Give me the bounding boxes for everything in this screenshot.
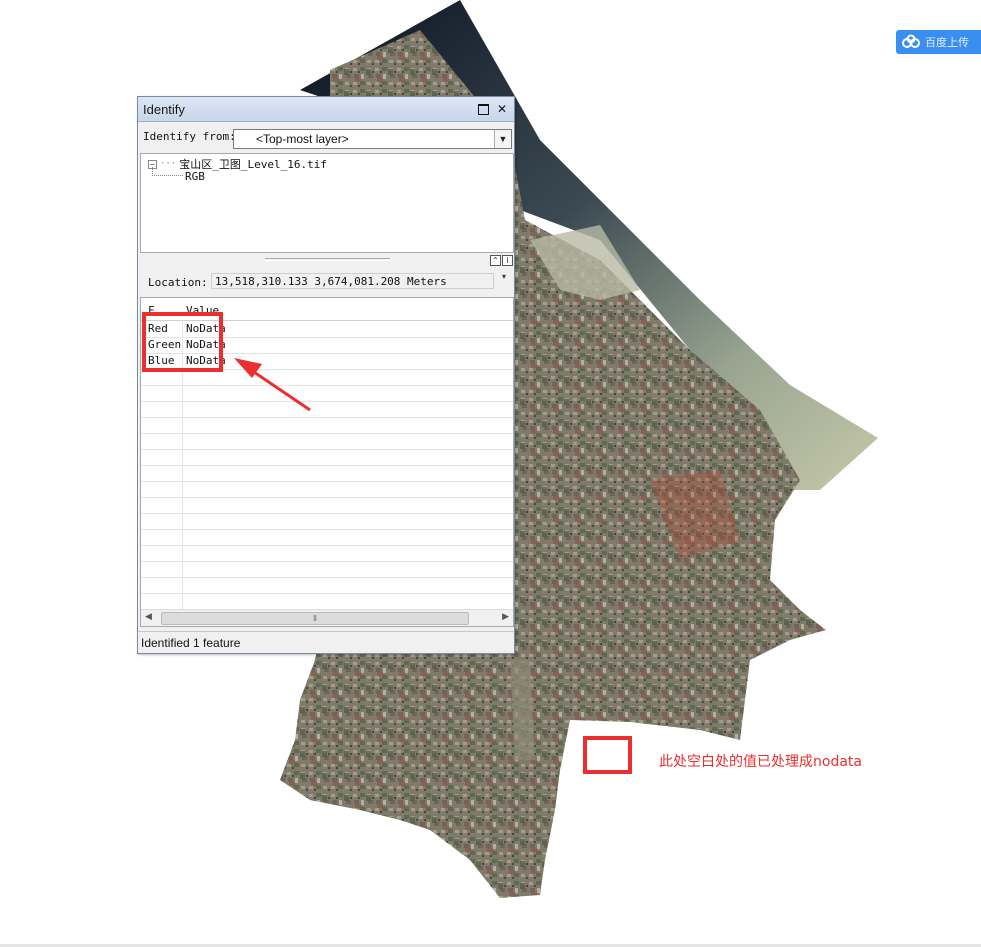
highlight-box-blank-area: [583, 736, 632, 774]
tree-node-rgb[interactable]: RGB: [185, 170, 205, 183]
pane-splitter[interactable]: ⌃ i: [140, 253, 513, 266]
empty-row: [141, 433, 513, 450]
empty-row: [141, 529, 513, 546]
info-icon[interactable]: i: [502, 255, 513, 266]
maximize-icon: [477, 103, 489, 115]
identify-from-select[interactable]: <Top-most layer> ▼: [233, 129, 512, 149]
layer-tree[interactable]: − ··· 宝山区_卫图_Level_16.tif RGB: [140, 153, 514, 253]
close-button[interactable]: ✕: [495, 102, 509, 116]
location-label: Location:: [148, 276, 208, 289]
maximize-button[interactable]: [476, 102, 490, 116]
location-value: 13,518,310.133 3,674,081.208 Meters: [211, 273, 494, 289]
upload-badge[interactable]: 百度上传: [896, 30, 981, 54]
close-icon: ✕: [496, 102, 508, 116]
empty-row: [141, 577, 513, 594]
window-titlebar[interactable]: Identify ✕: [138, 97, 514, 122]
empty-row: [141, 385, 513, 402]
identify-from-value: <Top-most layer>: [256, 132, 349, 146]
empty-row: [141, 449, 513, 466]
empty-row: [141, 561, 513, 578]
empty-row: [141, 481, 513, 498]
highlight-box-values: [142, 312, 223, 372]
empty-row: [141, 497, 513, 514]
window-title: Identify: [143, 101, 185, 117]
empty-row: [141, 545, 513, 562]
tree-connector: [152, 167, 183, 176]
chevron-down-icon[interactable]: ▼: [494, 130, 511, 148]
collapse-up-icon[interactable]: ⌃: [490, 255, 501, 266]
empty-row: [141, 401, 513, 418]
empty-row: [141, 513, 513, 530]
empty-row: [141, 417, 513, 434]
horizontal-scrollbar[interactable]: ◀ ⦀ ▶: [141, 609, 513, 626]
annotation-note: 此处空白处的值已处理成nodata: [659, 754, 862, 770]
empty-row: [141, 465, 513, 482]
identify-window[interactable]: Identify ✕ Identify from: <Top-most laye…: [137, 96, 515, 654]
scroll-thumb[interactable]: ⦀: [161, 612, 469, 625]
cloud-icon: [902, 34, 920, 48]
badge-label: 百度上传: [925, 36, 969, 49]
identify-from-label: Identify from:: [143, 130, 236, 143]
location-dropdown-icon[interactable]: ▾: [502, 272, 506, 281]
splitter-grip[interactable]: [265, 258, 390, 261]
scroll-left-icon[interactable]: ◀: [145, 612, 152, 622]
scroll-right-icon[interactable]: ▶: [502, 612, 509, 622]
status-bar: Identified 1 feature: [138, 631, 514, 653]
